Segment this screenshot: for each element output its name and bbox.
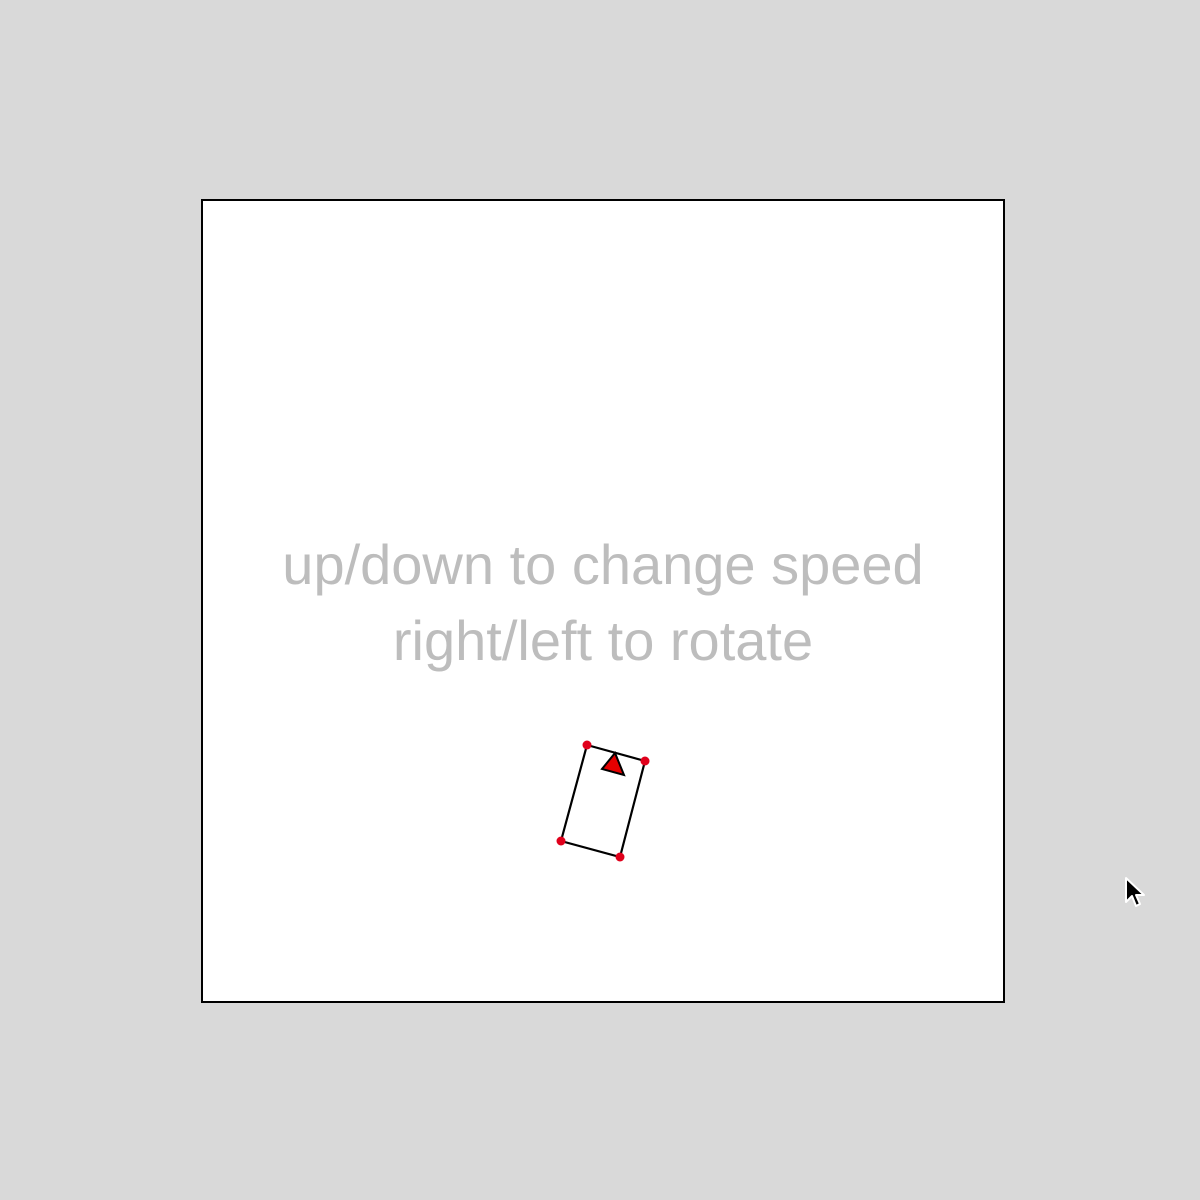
game-canvas[interactable]: up/down to change speed right/left to ro… [201, 199, 1005, 1003]
corner-marker-rear-left [556, 836, 566, 846]
player-car [556, 740, 650, 862]
corner-marker-front-right [640, 756, 650, 766]
corner-marker-front-left [582, 740, 592, 750]
car-body [559, 743, 647, 859]
game-scene [556, 740, 650, 862]
page: up/down to change speed right/left to ro… [0, 0, 1200, 1200]
corner-marker-rear-right [615, 852, 625, 862]
arrow-pointer-icon [1125, 877, 1145, 907]
heading-arrow [600, 751, 626, 777]
